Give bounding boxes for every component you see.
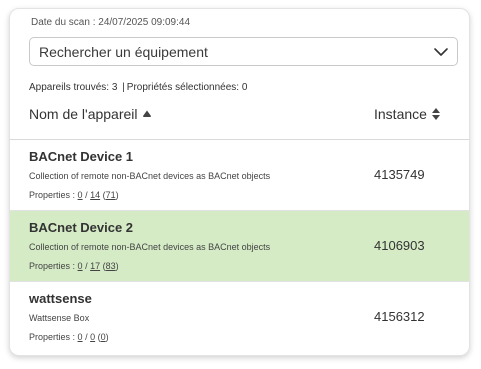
chevron-down-icon[interactable] bbox=[433, 44, 449, 60]
properties-count-link[interactable]: 14 bbox=[90, 190, 100, 200]
properties-slash: / bbox=[85, 190, 88, 200]
properties-slash: / bbox=[85, 261, 88, 271]
properties-count-link[interactable]: 0 bbox=[90, 332, 95, 342]
device-name: BACnet Device 2 bbox=[29, 220, 134, 235]
device-instance: 4156312 bbox=[374, 309, 425, 324]
properties-label: Properties : bbox=[29, 190, 76, 200]
device-scan-panel: Date du scan : 24/07/2025 09:09:44 Appar… bbox=[9, 8, 470, 356]
column-instance[interactable]: Instance bbox=[374, 106, 441, 122]
properties-total-link[interactable]: 83 bbox=[106, 261, 116, 271]
column-label: Nom de l'appareil bbox=[29, 106, 138, 122]
properties-selected-link[interactable]: 0 bbox=[78, 190, 83, 200]
device-description: Wattsense Box bbox=[29, 313, 90, 323]
properties-count-link[interactable]: 17 bbox=[90, 261, 100, 271]
sort-ascending-icon[interactable] bbox=[142, 109, 152, 119]
equipment-search-select[interactable] bbox=[29, 37, 458, 66]
device-properties: Properties : 0 / 17 (83) bbox=[29, 261, 119, 271]
table-row[interactable]: wattsense Wattsense Box Properties : 0 /… bbox=[10, 282, 469, 353]
summary-separator: | bbox=[122, 82, 125, 93]
device-description: Collection of remote non-BACnet devices … bbox=[29, 242, 271, 252]
found-count: 3 bbox=[111, 82, 118, 93]
properties-selected-link[interactable]: 0 bbox=[78, 261, 83, 271]
scan-date: Date du scan : 24/07/2025 09:09:44 bbox=[31, 17, 191, 28]
found-label: Appareils trouvés: bbox=[29, 82, 110, 93]
device-name: wattsense bbox=[29, 291, 92, 306]
selected-count: 0 bbox=[241, 82, 248, 93]
device-name: BACnet Device 1 bbox=[29, 149, 134, 164]
selected-label: Propriétés sélectionnées: bbox=[126, 82, 240, 93]
device-instance: 4135749 bbox=[374, 167, 425, 182]
properties-total-link[interactable]: 0 bbox=[101, 332, 106, 342]
properties-label: Properties : bbox=[29, 332, 76, 342]
column-label: Instance bbox=[374, 106, 427, 122]
table-row[interactable]: BACnet Device 2 Collection of remote non… bbox=[10, 211, 469, 282]
properties-label: Properties : bbox=[29, 261, 76, 271]
device-instance: 4106903 bbox=[374, 238, 425, 253]
properties-slash: / bbox=[85, 332, 88, 342]
table-header: Nom de l'appareil Instance bbox=[10, 99, 469, 140]
device-properties: Properties : 0 / 0 (0) bbox=[29, 332, 109, 342]
table-row[interactable]: BACnet Device 1 Collection of remote non… bbox=[10, 140, 469, 211]
column-device-name[interactable]: Nom de l'appareil bbox=[29, 106, 152, 122]
properties-selected-link[interactable]: 0 bbox=[78, 332, 83, 342]
properties-total-link[interactable]: 71 bbox=[106, 190, 116, 200]
device-description: Collection of remote non-BACnet devices … bbox=[29, 171, 271, 181]
device-properties: Properties : 0 / 14 (71) bbox=[29, 190, 119, 200]
search-input[interactable] bbox=[30, 38, 419, 65]
scan-summary: Appareils trouvés: 3 | Propriétés sélecti… bbox=[29, 82, 247, 93]
sort-both-icon[interactable] bbox=[431, 107, 441, 121]
